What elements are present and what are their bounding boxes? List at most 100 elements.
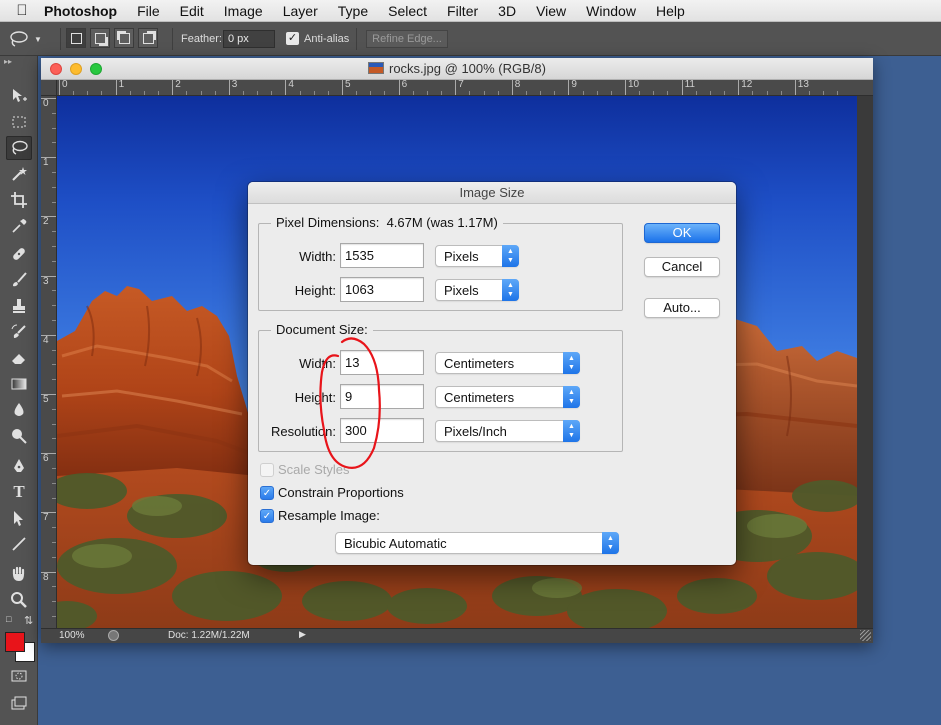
ruler-minor-tick: [52, 364, 56, 366]
resolution-unit-select[interactable]: Pixels/Inch ▲ ▼: [435, 420, 580, 442]
ruler-minor-tick: [87, 91, 89, 95]
feather-input[interactable]: 0 px: [223, 30, 275, 48]
pixel-width-unit: Pixels: [444, 249, 479, 264]
foreground-color-swatch[interactable]: [5, 632, 25, 652]
ruler-label: 0: [41, 98, 56, 109]
lasso-tool[interactable]: [6, 136, 32, 160]
pixel-height-input[interactable]: 1063: [340, 277, 424, 302]
menu-select[interactable]: Select: [378, 3, 437, 19]
menu-app-photoshop[interactable]: Photoshop: [44, 3, 127, 19]
anti-alias-checkbox[interactable]: ✓: [286, 32, 299, 45]
scale-styles-checkbox[interactable]: [260, 463, 274, 477]
cancel-button[interactable]: Cancel: [644, 257, 720, 277]
ruler-minor-tick: [52, 527, 56, 529]
panel-grip-icon[interactable]: ▸▸: [0, 56, 37, 68]
hand-tool[interactable]: [6, 562, 32, 586]
clone-stamp-tool[interactable]: [6, 294, 32, 318]
pixel-height-unit-select[interactable]: Pixels ▲ ▼: [435, 279, 519, 301]
quick-mask-button[interactable]: [6, 664, 32, 688]
checkmark-icon: ✓: [262, 488, 272, 499]
marquee-tool[interactable]: [6, 110, 32, 134]
ruler-minor-tick: [52, 616, 56, 617]
magic-wand-tool[interactable]: [6, 162, 32, 186]
info-menu-arrow-icon[interactable]: ▶: [299, 629, 306, 640]
doc-width-input[interactable]: 13: [340, 350, 424, 375]
pen-tool[interactable]: [6, 454, 32, 478]
healing-brush-tool[interactable]: [6, 242, 32, 266]
status-bar: 100% Doc: 1.22M/1.22M ▶: [41, 628, 873, 643]
menu-type[interactable]: Type: [328, 3, 378, 19]
gradient-tool[interactable]: [6, 372, 32, 396]
ok-button[interactable]: OK: [644, 223, 720, 243]
type-tool[interactable]: T: [6, 480, 32, 504]
history-brush-tool[interactable]: [6, 320, 32, 344]
ruler-minor-tick: [610, 91, 612, 95]
brush-tool[interactable]: [6, 268, 32, 292]
horizontal-ruler[interactable]: 0 1 2 3 4 5 6 7 8 9 10 11 12 13: [57, 80, 873, 96]
menu-image[interactable]: Image: [214, 3, 273, 19]
doc-width-unit-select[interactable]: Centimeters ▲ ▼: [435, 352, 580, 374]
pixel-dimensions-label: Pixel Dimensions:: [276, 215, 380, 230]
new-selection-icon: [70, 32, 82, 44]
move-tool[interactable]: [6, 84, 32, 108]
ruler-minor-tick: [52, 142, 56, 144]
eyedropper-tool[interactable]: [6, 214, 32, 238]
path-selection-tool[interactable]: [6, 506, 32, 530]
auto-button[interactable]: Auto...: [644, 298, 720, 318]
tool-preset-picker[interactable]: ▼: [8, 28, 56, 50]
pixel-width-unit-select[interactable]: Pixels ▲ ▼: [435, 245, 519, 267]
constrain-proportions-checkbox[interactable]: ✓: [260, 486, 274, 500]
apple-icon[interactable]: : [0, 2, 44, 19]
line-tool[interactable]: [6, 532, 32, 556]
resolution-input[interactable]: 300: [340, 418, 424, 443]
new-selection-button[interactable]: [66, 28, 86, 48]
document-title-bar[interactable]: rocks.jpg @ 100% (RGB/8): [41, 58, 873, 80]
subtract-from-selection-button[interactable]: [114, 28, 134, 48]
dodge-tool[interactable]: [6, 424, 32, 448]
ruler-minor-tick: [554, 91, 556, 95]
vertical-scrollbar[interactable]: [857, 96, 873, 628]
resample-method-select[interactable]: Bicubic Automatic ▲ ▼: [335, 532, 619, 554]
magic-wand-icon: [12, 167, 27, 181]
default-colors-icon[interactable]: □: [6, 614, 11, 624]
menu-filter[interactable]: Filter: [437, 3, 488, 19]
subtract-selection-icon: [118, 32, 130, 44]
resize-grip-icon[interactable]: [860, 630, 871, 641]
pixel-width-label: Width:: [299, 249, 336, 264]
menu-view[interactable]: View: [526, 3, 576, 19]
maximize-window-button[interactable]: [90, 63, 102, 75]
ruler-minor-tick: [52, 423, 56, 425]
vertical-ruler[interactable]: 0 1 2 3 4 5 6 7 8: [41, 96, 57, 628]
swap-colors-icon[interactable]: ⇅: [24, 614, 33, 627]
resample-image-checkbox[interactable]: ✓: [260, 509, 274, 523]
menu-3d[interactable]: 3D: [488, 3, 526, 19]
menu-edit[interactable]: Edit: [170, 3, 214, 19]
zoom-tool[interactable]: [6, 588, 32, 612]
menu-window[interactable]: Window: [576, 3, 646, 19]
blur-tool[interactable]: [6, 398, 32, 422]
doc-height-unit-select[interactable]: Centimeters ▲ ▼: [435, 386, 580, 408]
lasso-icon: [12, 140, 28, 155]
eraser-tool[interactable]: [6, 346, 32, 370]
menu-file[interactable]: File: [127, 3, 170, 19]
resolution-unit: Pixels/Inch: [444, 424, 507, 439]
document-size-legend: Document Size:: [271, 322, 373, 337]
refine-edge-button[interactable]: Refine Edge...: [366, 30, 448, 48]
share-icon[interactable]: [108, 630, 119, 641]
intersect-selection-button[interactable]: [138, 28, 158, 48]
menu-layer[interactable]: Layer: [273, 3, 328, 19]
menu-help[interactable]: Help: [646, 3, 695, 19]
options-bar: ▼ Feather: 0 px ✓ Anti-alias Refine Edge…: [0, 22, 941, 56]
pixel-width-input[interactable]: 1535: [340, 243, 424, 268]
crop-tool[interactable]: [6, 188, 32, 212]
ruler-label: 13: [794, 80, 809, 95]
doc-height-input[interactable]: 9: [340, 384, 424, 409]
pixel-height-label: Height:: [294, 283, 336, 298]
screen-mode-button[interactable]: [6, 692, 32, 716]
ruler-minor-tick: [52, 468, 56, 469]
add-to-selection-button[interactable]: [90, 28, 110, 48]
close-window-button[interactable]: [50, 63, 62, 75]
zoom-level[interactable]: 100%: [59, 630, 85, 641]
ruler-origin[interactable]: [41, 80, 57, 96]
minimize-window-button[interactable]: [70, 63, 82, 75]
